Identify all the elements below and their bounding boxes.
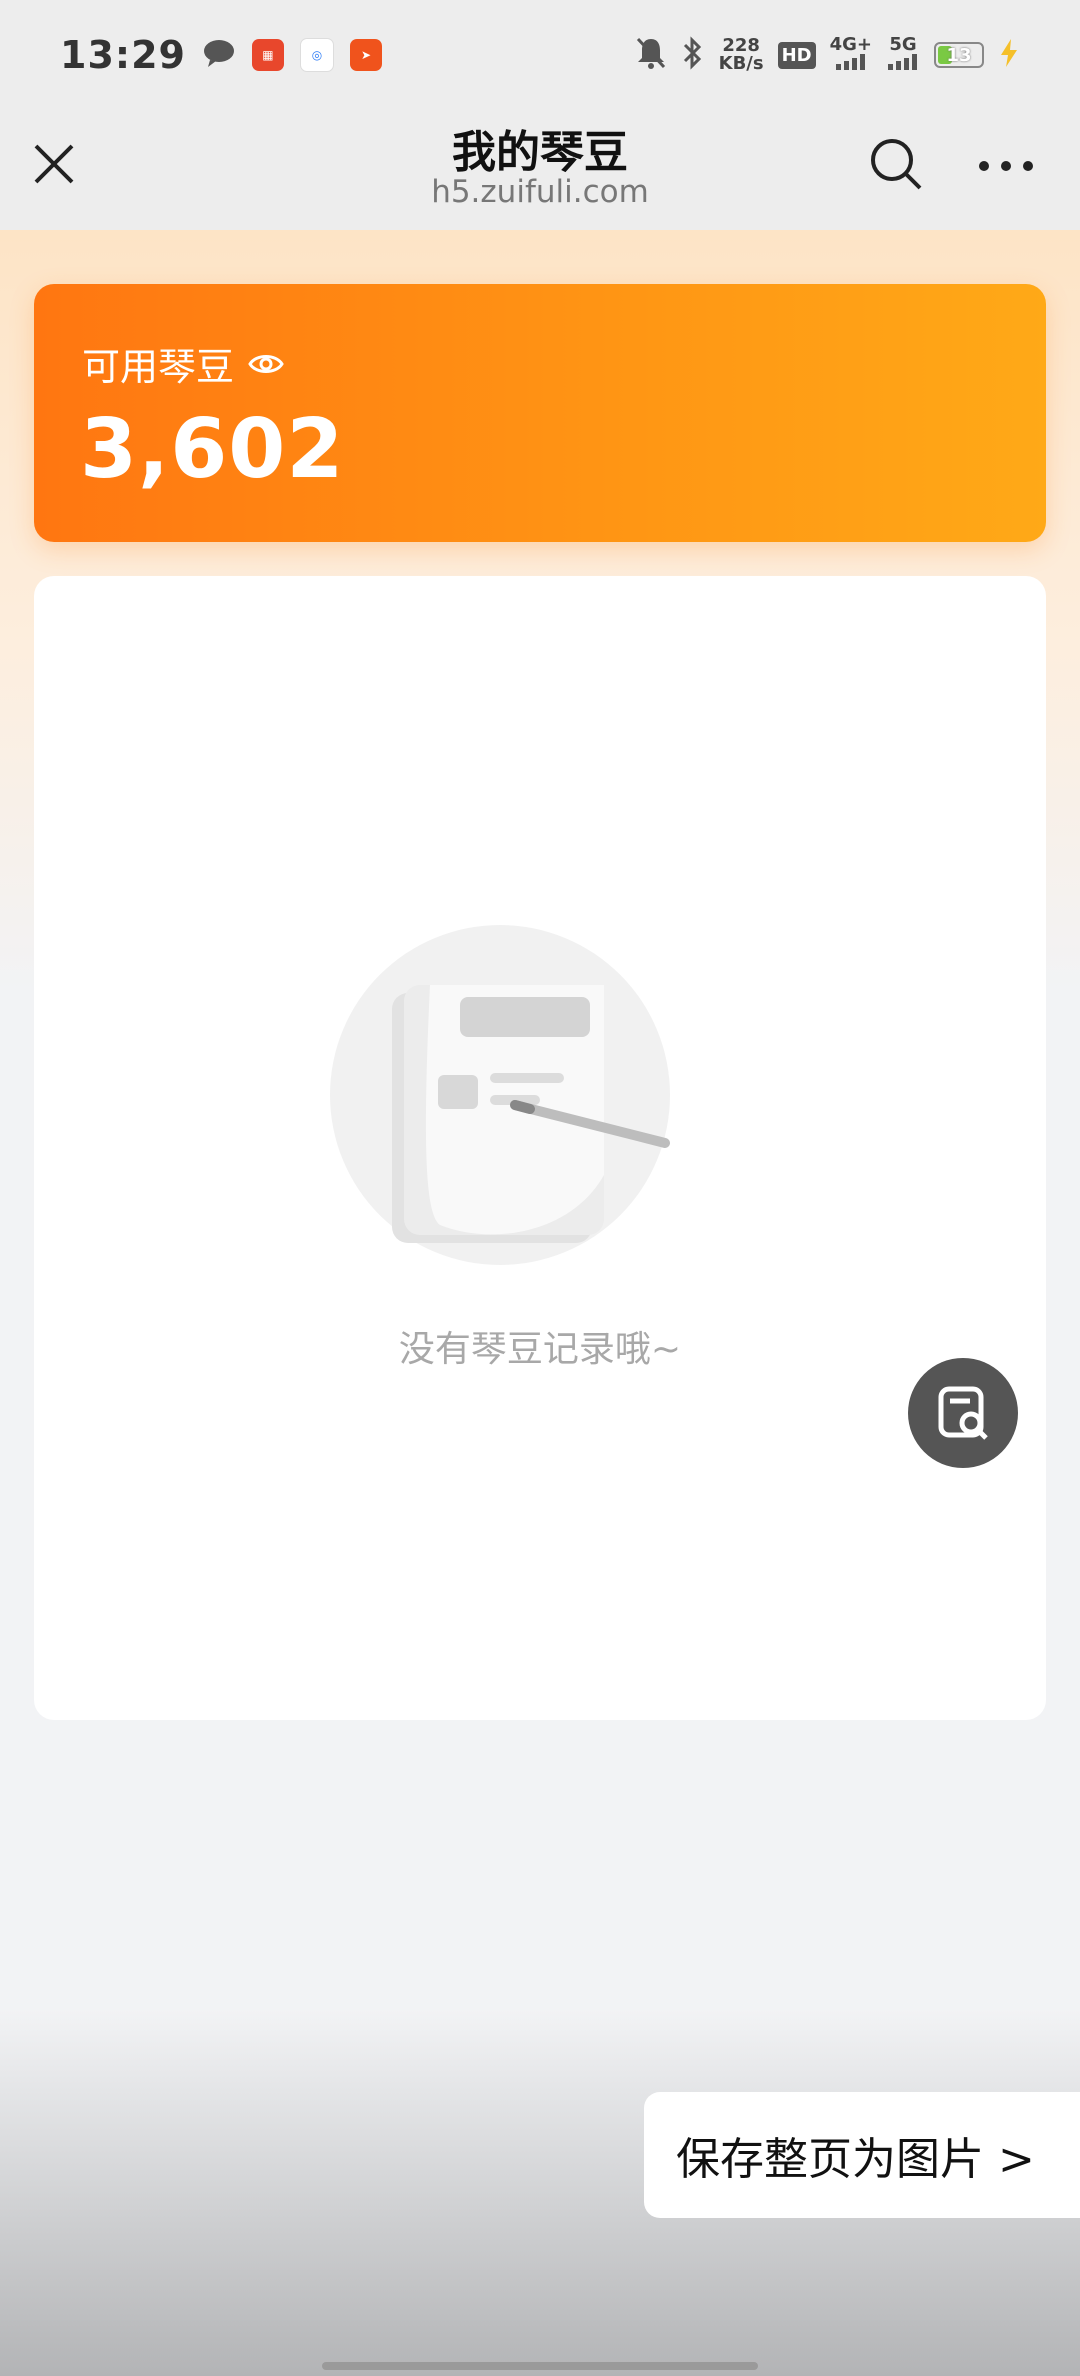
- scan-search-icon: [938, 1386, 988, 1440]
- network-5g-label: 5G: [889, 34, 917, 55]
- empty-state-text: 没有琴豆记录哦~: [398, 1329, 682, 1370]
- pingan-bank-app-icon: ▦: [251, 39, 284, 71]
- network-4g: 4G+: [830, 36, 872, 74]
- search-button[interactable]: [868, 136, 924, 192]
- balance-label-row: 可用琴豆: [82, 336, 284, 391]
- chat-bubble-icon: [202, 38, 236, 72]
- battery-level: 13: [946, 44, 972, 66]
- balance-value: 3,602: [80, 402, 345, 497]
- empty-notepad-illustration: [330, 925, 710, 1275]
- eye-icon[interactable]: [248, 346, 284, 382]
- hd-badge: HD: [777, 41, 816, 69]
- network-5g: 5G: [886, 36, 920, 74]
- status-right: 228 KB/s HD 4G+ 5G 13: [635, 36, 1020, 74]
- signal-bars-icon: [835, 54, 865, 70]
- search-icon: [871, 139, 922, 190]
- more-dots-icon: [979, 161, 1033, 171]
- save-page-as-image-button[interactable]: 保存整页为图片 >: [644, 2092, 1080, 2218]
- speed-unit: KB/s: [718, 53, 764, 74]
- qq-browser-app-icon: ◎: [299, 38, 334, 72]
- navbar: 我的琴豆 h5.zuifuli.com: [0, 110, 1080, 230]
- paper-plane-app-icon: ➤: [349, 39, 382, 71]
- home-indicator[interactable]: [322, 2362, 758, 2370]
- balance-card: 可用琴豆 3,602: [34, 284, 1046, 542]
- mute-bell-icon: [635, 36, 667, 74]
- battery-icon: 13: [934, 42, 984, 68]
- clock: 13:29: [60, 33, 186, 77]
- more-button[interactable]: [976, 158, 1036, 174]
- bluetooth-icon: [681, 36, 705, 74]
- status-bar: 13:29 ▦ ◎ ➤ 228 KB/s HD 4G+ 5G 13: [0, 0, 1080, 110]
- charging-icon: [998, 38, 1020, 72]
- page: 13:29 ▦ ◎ ➤ 228 KB/s HD 4G+ 5G 13 我的琴豆 h…: [0, 0, 1080, 2376]
- floating-scan-button[interactable]: [908, 1358, 1018, 1468]
- network-4g-label: 4G+: [829, 34, 872, 55]
- status-left: 13:29 ▦ ◎ ➤: [60, 33, 382, 77]
- signal-bars-icon: [888, 54, 917, 70]
- network-speed: 228 KB/s: [719, 37, 764, 73]
- balance-label: 可用琴豆: [82, 345, 235, 389]
